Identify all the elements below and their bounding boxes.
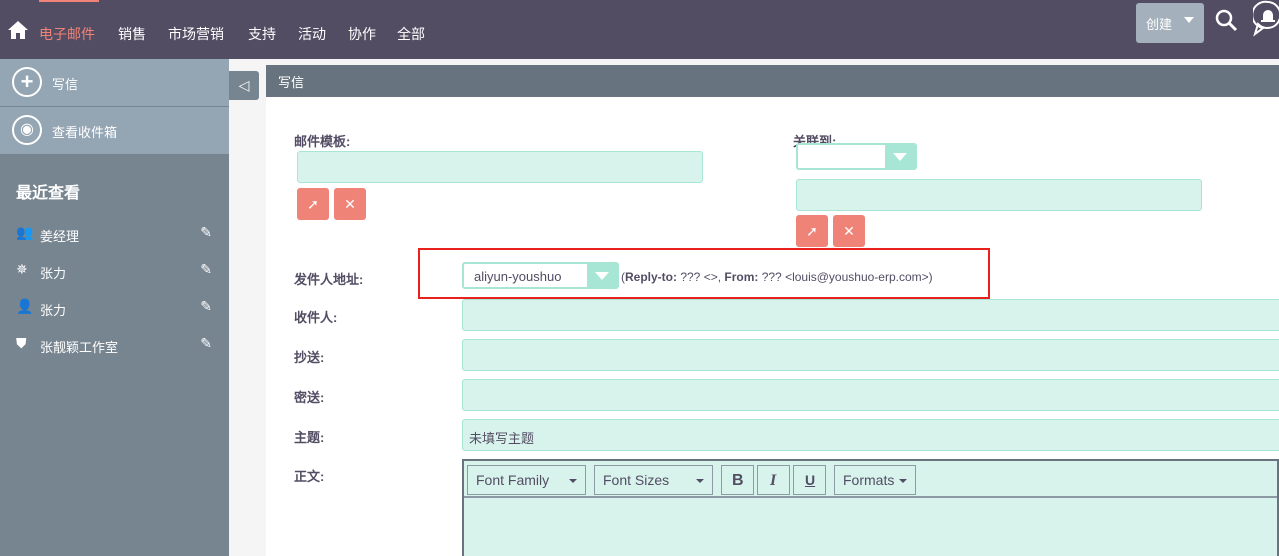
eye-icon: ◉ (12, 115, 42, 145)
from-value: aliyun-youshuo (474, 269, 562, 284)
replyto-value: ??? <>, (677, 270, 725, 284)
view-inbox-action[interactable]: ◉ 查看收件箱 (0, 107, 229, 155)
nav-activities[interactable]: 活动 (298, 24, 326, 44)
cc-label: 抄送: (294, 350, 325, 365)
pencil-icon[interactable]: ✎ (200, 335, 212, 352)
create-button[interactable]: 创建 (1136, 3, 1204, 43)
nav-email[interactable]: 电子邮件 (39, 24, 95, 44)
subject-input[interactable]: 未填写主题 (462, 419, 1279, 451)
nav-all[interactable]: 全部 (397, 24, 425, 44)
formats-dropdown[interactable]: Formats (834, 465, 916, 495)
underline-icon: U (805, 472, 816, 488)
font-sizes-dropdown[interactable]: Font Sizes (594, 465, 713, 495)
from-info-label: From: (724, 270, 759, 284)
users-icon: 👥 (16, 224, 34, 240)
replyto-label: Reply-to: (625, 270, 677, 284)
font-family-label: Font Family (476, 472, 550, 488)
dropdown-arrow-icon (885, 145, 915, 168)
bold-button[interactable]: B (721, 465, 754, 495)
subject-value: 未填写主题 (469, 431, 535, 446)
active-indicator (39, 0, 99, 2)
subject-label: 主题: (294, 430, 325, 445)
top-navbar: 电子邮件 销售 市场营销 支持 活动 协作 全部 创建 (0, 0, 1279, 59)
clear-template-button[interactable]: ✕ (334, 188, 366, 220)
panel-title: 写信 (266, 65, 1279, 97)
bcc-input[interactable] (462, 379, 1279, 411)
toolbar-divider (464, 496, 1277, 498)
plus-circle-icon: + (12, 67, 42, 97)
recent-item-label: 张靓颖工作室 (40, 340, 119, 355)
recent-item-label: 张力 (40, 266, 67, 281)
recent-item-label: 姜经理 (40, 229, 80, 244)
recent-item-label: 张力 (40, 303, 67, 318)
bcc-label: 密送: (294, 390, 325, 405)
from-info: (Reply-to: ??? <>, From: ??? <louis@yous… (621, 270, 933, 284)
rich-text-editor[interactable]: Font Family Font Sizes B I U Formats (462, 459, 1279, 556)
pencil-icon[interactable]: ✎ (200, 298, 212, 315)
bold-icon: B (732, 472, 744, 489)
nav-marketing[interactable]: 市场营销 (168, 24, 224, 44)
cc-input[interactable] (462, 339, 1279, 371)
clear-related-button[interactable]: ✕ (833, 215, 865, 247)
to-label: 收件人: (294, 310, 338, 325)
recent-item[interactable]: 👥 姜经理 ✎ (16, 224, 216, 244)
sidebar: + 写信 ◉ 查看收件箱 最近查看 👥 姜经理 ✎ ✵ 张力 ✎ 👤 张力 ✎ ⛊ 张靓颖工作室 ✎ (0, 59, 229, 556)
to-input[interactable] (462, 299, 1279, 331)
shield-icon: ⛊ (16, 335, 27, 351)
font-sizes-label: Font Sizes (603, 472, 670, 488)
formats-label: Formats (843, 472, 895, 488)
dropdown-arrow-icon (587, 264, 617, 287)
recent-item[interactable]: ✵ 张力 ✎ (16, 261, 216, 281)
from-info-value: ??? <louis@youshuo-erp.com>) (758, 270, 933, 284)
select-template-button[interactable]: ➚ (297, 188, 329, 220)
from-select[interactable]: aliyun-youshuo (462, 262, 619, 289)
template-input[interactable] (297, 151, 703, 183)
recent-item[interactable]: ⛊ 张靓颖工作室 ✎ (16, 335, 216, 355)
view-inbox-label: 查看收件箱 (52, 125, 118, 140)
compose-action[interactable]: + 写信 (0, 59, 229, 107)
template-label: 邮件模板: (294, 134, 351, 149)
recent-item[interactable]: 👤 张力 ✎ (16, 298, 216, 318)
caret-down-icon (1184, 17, 1194, 23)
caret-down-icon (696, 479, 704, 483)
related-type-select[interactable] (796, 143, 917, 170)
nav-sales[interactable]: 销售 (118, 24, 146, 44)
compose-label: 写信 (52, 77, 79, 92)
related-input[interactable] (796, 179, 1202, 211)
caret-down-icon (899, 479, 907, 483)
recent-heading: 最近查看 (16, 185, 81, 202)
badge-icon: ✵ (16, 261, 28, 277)
collapse-sidebar-button[interactable]: ◁ (229, 71, 259, 100)
underline-button[interactable]: U (793, 465, 826, 495)
select-related-button[interactable]: ➚ (796, 215, 828, 247)
notification-bell-icon[interactable] (1253, 0, 1279, 40)
nav-support[interactable]: 支持 (248, 24, 276, 44)
pencil-icon[interactable]: ✎ (200, 224, 212, 241)
pencil-icon[interactable]: ✎ (200, 261, 212, 278)
body-label: 正文: (294, 469, 325, 484)
home-icon[interactable] (8, 20, 28, 40)
user-icon: 👤 (16, 298, 34, 314)
italic-button[interactable]: I (757, 465, 790, 495)
nav-collaboration[interactable]: 协作 (348, 24, 376, 44)
font-family-dropdown[interactable]: Font Family (467, 465, 586, 495)
create-label: 创建 (1146, 17, 1173, 32)
from-label: 发件人地址: (294, 272, 364, 287)
caret-down-icon (569, 479, 577, 483)
italic-icon: I (770, 472, 777, 489)
search-icon[interactable] (1215, 9, 1239, 33)
